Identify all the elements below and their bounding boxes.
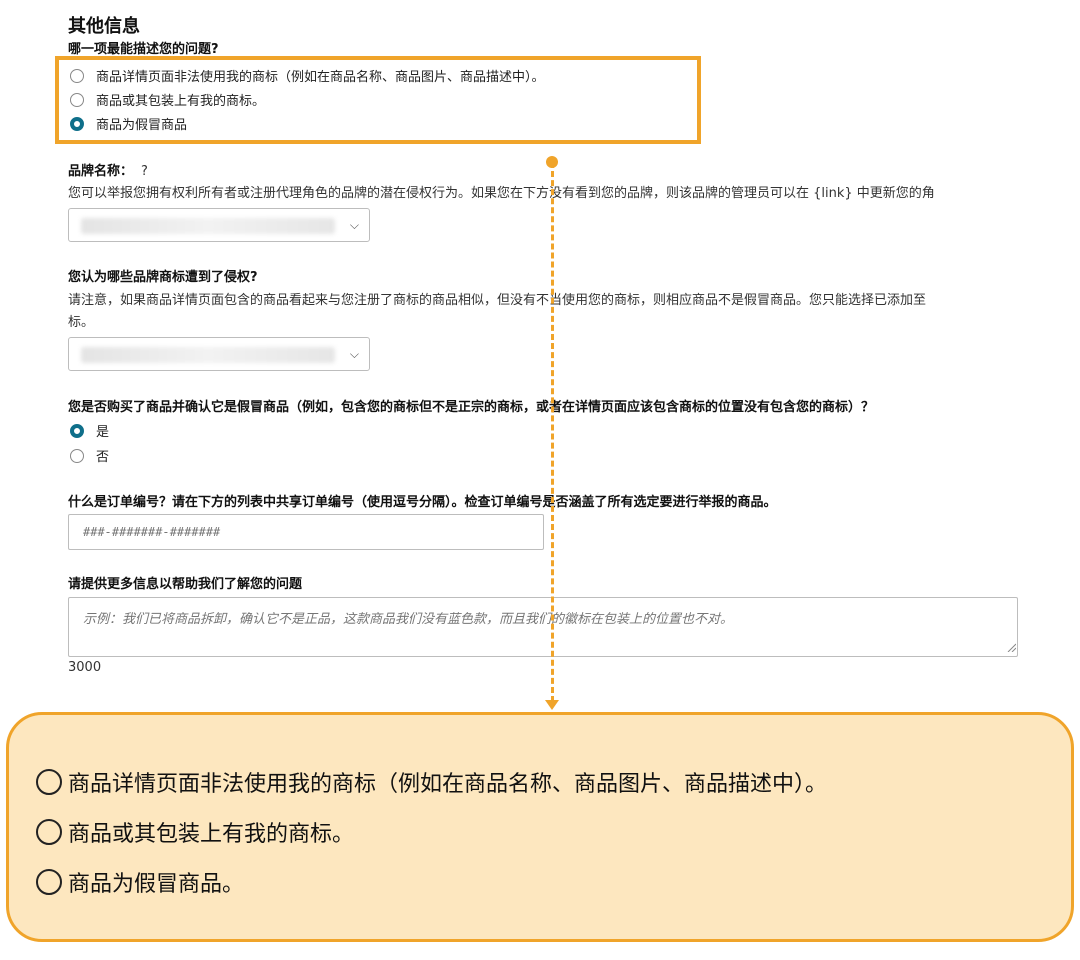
purchase-option-no[interactable]: 否	[70, 446, 109, 465]
trademark-label: 您认为哪些品牌商标遭到了侵权?	[68, 270, 258, 285]
issue-option-trademark-on-product[interactable]: 商品或其包装上有我的商标。	[70, 90, 265, 109]
blurred-brand-value	[81, 218, 335, 234]
brand-select[interactable]: ⌵	[68, 208, 370, 242]
issue-question-label: 哪一项最能描述您的问题?	[68, 42, 219, 57]
brand-label-text: 品牌名称：	[68, 164, 134, 179]
connector-dot-icon	[546, 156, 558, 168]
chevron-down-icon: ⌵	[349, 346, 359, 361]
details-textarea[interactable]	[68, 597, 1018, 657]
purchase-question-label: 您是否购买了商品并确认它是假冒商品（例如，包含您的商标但不是正宗的商标，或者在详…	[68, 400, 875, 415]
trademark-help-text-line1: 请注意，如果商品详情页面包含的商品看起来与您注册了商标的商品相似，但没有不当使用…	[68, 293, 927, 308]
circle-icon	[36, 769, 62, 795]
callout-line: 商品为假冒商品。	[36, 866, 244, 898]
purchase-option-label: 是	[96, 425, 110, 440]
brand-help-text: 您可以举报您拥有权利所有者或注册代理角色的品牌的潜在侵权行为。如果您在下方没有看…	[68, 186, 935, 201]
purchase-option-label: 否	[96, 450, 110, 465]
radio-icon[interactable]	[70, 92, 84, 107]
radio-selected-icon[interactable]	[70, 116, 84, 131]
purchase-option-yes[interactable]: 是	[70, 421, 109, 440]
chevron-down-icon: ⌵	[349, 217, 359, 232]
order-number-label: 什么是订单编号？请在下方的列表中共享订单编号（使用逗号分隔）。检查订单编号是否涵…	[68, 495, 777, 510]
details-label: 请提供更多信息以帮助我们了解您的问题	[68, 577, 303, 592]
callout-line-text: 商品为假冒商品。	[68, 872, 245, 897]
callout-line-text: 商品详情页面非法使用我的商标（例如在商品名称、商品图片、商品描述中）。	[68, 772, 828, 797]
issue-option-label: 商品或其包装上有我的商标。	[96, 94, 266, 109]
resize-handle-icon[interactable]	[1006, 642, 1016, 652]
trademark-select[interactable]: ⌵	[68, 337, 370, 371]
issue-option-label: 商品为假冒商品	[96, 118, 188, 133]
blurred-trademark-value	[81, 347, 335, 363]
callout-line: 商品详情页面非法使用我的商标（例如在商品名称、商品图片、商品描述中）。	[36, 766, 827, 798]
radio-icon[interactable]	[70, 68, 84, 83]
trademark-help-text-line2: 标。	[68, 315, 95, 330]
brand-label: 品牌名称：?	[68, 160, 148, 179]
radio-selected-icon[interactable]	[70, 423, 84, 438]
issue-option-counterfeit[interactable]: 商品为假冒商品	[70, 114, 187, 133]
section-title: 其他信息	[68, 16, 140, 37]
circle-icon	[36, 869, 62, 895]
issue-option-label: 商品详情页面非法使用我的商标（例如在商品名称、商品图片、商品描述中）。	[96, 70, 545, 85]
issue-option-illegal-use[interactable]: 商品详情页面非法使用我的商标（例如在商品名称、商品图片、商品描述中）。	[70, 66, 545, 85]
dashed-connector	[551, 162, 554, 702]
help-icon[interactable]: ?	[141, 164, 148, 179]
order-number-input[interactable]	[68, 514, 544, 550]
connector-arrow-icon	[545, 700, 559, 710]
circle-icon	[36, 819, 62, 845]
character-counter: 3000	[68, 660, 102, 675]
radio-icon[interactable]	[70, 448, 84, 463]
callout-line: 商品或其包装上有我的商标。	[36, 816, 354, 848]
callout-line-text: 商品或其包装上有我的商标。	[68, 822, 355, 847]
